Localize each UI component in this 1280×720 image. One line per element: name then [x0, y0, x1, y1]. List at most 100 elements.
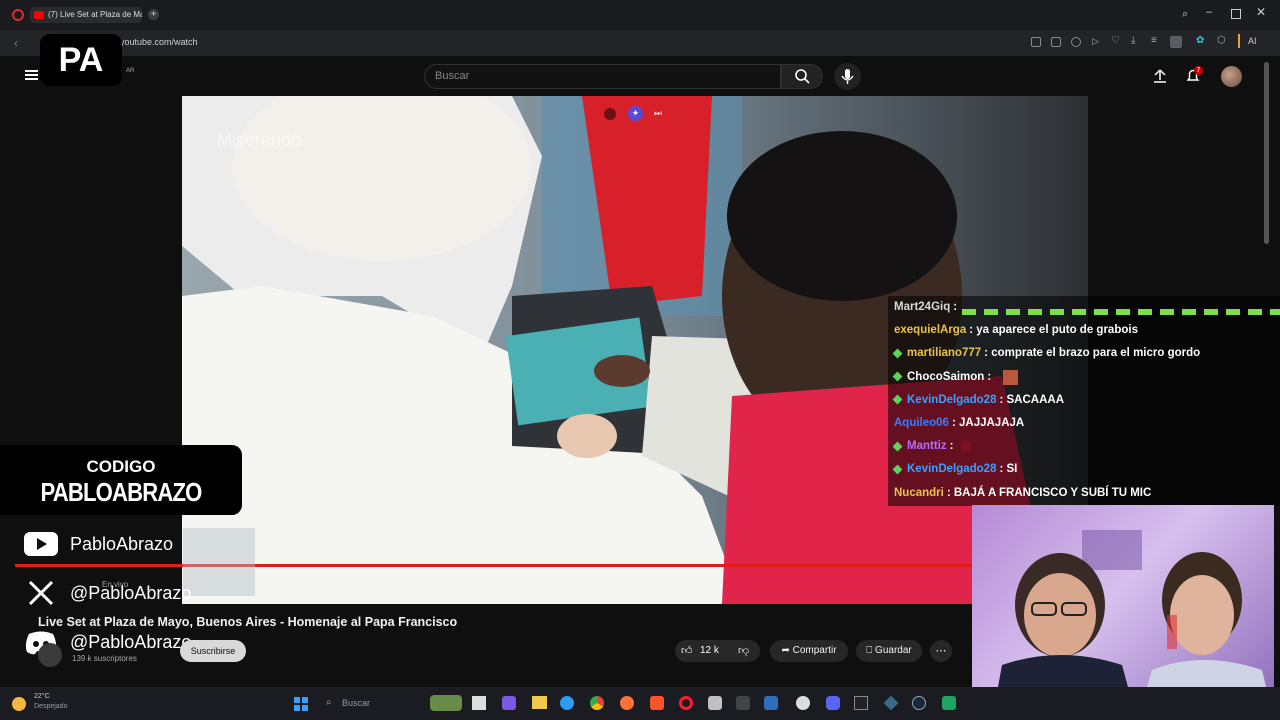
- promo-code-box: CODIGO PABLOABRAZO: [0, 445, 242, 515]
- promo-code-label: CODIGO: [86, 457, 156, 476]
- cube-icon[interactable]: ⬡: [1217, 35, 1226, 46]
- chat-separator: :: [999, 393, 1007, 406]
- search-input[interactable]: Buscar: [424, 64, 781, 89]
- minimize-icon[interactable]: –: [1206, 6, 1212, 18]
- save-button[interactable]: ⎕ Guardar: [856, 640, 922, 662]
- play-icon[interactable]: ▷: [1092, 36, 1099, 47]
- extension-icon[interactable]: ✿: [1196, 35, 1204, 46]
- like-icon[interactable]: 👍︎: [681, 644, 693, 657]
- taskbar-search-icon[interactable]: ⌕: [326, 697, 332, 708]
- menu-list-icon[interactable]: ≡: [1151, 35, 1157, 46]
- hamburger-menu-icon[interactable]: [25, 70, 38, 72]
- app-icon-3[interactable]: [764, 696, 778, 710]
- scrollbar[interactable]: [1264, 62, 1269, 244]
- dislike-icon[interactable]: 👎︎: [738, 644, 749, 657]
- edit-icon[interactable]: [1031, 37, 1041, 47]
- share-label: Compartir: [792, 645, 837, 656]
- chat-text: comprate el brazo para el micro gordo: [991, 347, 1201, 360]
- chat-message: KevinDelgado28: SI: [892, 463, 1017, 476]
- firefox-icon[interactable]: [620, 696, 634, 710]
- brave-icon[interactable]: [650, 696, 664, 710]
- chat-username: martiliano777: [907, 347, 982, 360]
- chat-emote-image: [1003, 370, 1018, 385]
- copilot-icon[interactable]: [502, 696, 516, 710]
- share-button[interactable]: ➦ Compartir: [770, 640, 848, 662]
- url-field[interactable]: youtube.com/watch: [120, 37, 198, 47]
- video-title: Live Set at Plaza de Mayo, Buenos Aires …: [38, 615, 458, 629]
- youtube-logo-icon: [24, 532, 58, 556]
- skip-next-icon[interactable]: ⏭: [654, 108, 662, 119]
- save-label: Guardar: [875, 645, 912, 656]
- chat-username: Aquileo06: [894, 417, 949, 429]
- opera-icon[interactable]: [679, 696, 693, 710]
- subscriber-badge-icon: [892, 394, 903, 405]
- sparkle-icon[interactable]: ✦: [628, 106, 643, 121]
- chat-message: Aquileo06: JAJJAJAJA: [894, 417, 1024, 429]
- upload-icon[interactable]: [1152, 68, 1168, 84]
- camera-icon[interactable]: [1051, 37, 1061, 47]
- divider: [1238, 34, 1240, 48]
- app-icon-1[interactable]: [708, 696, 722, 710]
- like-count[interactable]: 12 k: [700, 640, 719, 662]
- steam-icon[interactable]: [912, 696, 926, 710]
- x-logo-icon: [28, 580, 54, 606]
- chat-message: ChocoSaimon:: [892, 371, 991, 383]
- channel-logo: PA: [40, 34, 122, 86]
- video-progress-bar[interactable]: [15, 564, 973, 567]
- miniplayer-icon[interactable]: [604, 108, 616, 120]
- emote-strip: [962, 309, 1280, 315]
- chrome-icon[interactable]: [590, 696, 604, 710]
- x-handle: @PabloAbrazo: [70, 583, 192, 603]
- chat-message: Mart24Giq:: [894, 301, 957, 313]
- chat-username: KevinDelgado28: [907, 463, 997, 476]
- vatican-media-logo: [183, 528, 255, 596]
- chat-username: exequielArga: [894, 324, 967, 337]
- browser-tab-bar: (7) Live Set at Plaza de Ma + ⌕ – ✕: [0, 0, 1280, 30]
- task-view-icon[interactable]: [472, 696, 486, 710]
- terminal-icon[interactable]: [854, 696, 868, 710]
- edge-icon[interactable]: [560, 696, 574, 710]
- xbox-icon[interactable]: [942, 696, 956, 710]
- chat-message: Manttiz:: [892, 440, 954, 453]
- weather-icon: [12, 697, 26, 711]
- file-explorer-icon[interactable]: [532, 696, 547, 709]
- app-icon-4[interactable]: [883, 695, 899, 711]
- taskbar: 22°C Despejado ⌕ Buscar: [0, 687, 1280, 720]
- windows-start-icon[interactable]: [294, 697, 308, 711]
- app-icon-2[interactable]: [736, 696, 750, 710]
- new-tab-icon[interactable]: +: [148, 9, 159, 20]
- chat-emote-row: [962, 304, 1280, 316]
- chat-separator: :: [949, 440, 954, 453]
- profile-icon[interactable]: [1170, 36, 1182, 48]
- widget-icon[interactable]: [430, 695, 462, 711]
- close-window-icon[interactable]: ✕: [1256, 5, 1266, 19]
- search-button[interactable]: [781, 64, 823, 89]
- back-icon[interactable]: ‹: [14, 36, 18, 50]
- tab-search-icon[interactable]: ⌕: [1182, 8, 1188, 21]
- avatar[interactable]: [1221, 66, 1242, 87]
- heart-icon[interactable]: ♡: [1111, 35, 1120, 46]
- subscriber-count: 139 k suscriptores: [72, 654, 137, 663]
- country-code: AR: [126, 68, 135, 74]
- discord-taskbar-icon[interactable]: [826, 696, 840, 710]
- download-icon[interactable]: ⤓: [1131, 35, 1135, 46]
- voice-search-button[interactable]: [834, 63, 861, 90]
- chat-text: ya aparece el puto de grabois: [976, 324, 1138, 337]
- shield-icon[interactable]: [1071, 37, 1081, 47]
- subscribe-button[interactable]: Suscribirse: [180, 640, 246, 662]
- channel-avatar[interactable]: [38, 643, 62, 667]
- subscriber-badge-icon: [892, 371, 903, 382]
- chat-username: KevinDelgado28: [907, 393, 997, 406]
- subscriber-badge-icon: [892, 464, 903, 475]
- obs-icon[interactable]: [796, 696, 810, 710]
- opera-logo-icon[interactable]: [12, 9, 24, 21]
- more-actions-icon[interactable]: ⋯: [930, 640, 952, 662]
- discord-handle: @PabloAbrazo: [70, 632, 192, 652]
- taskbar-search[interactable]: Buscar: [342, 698, 370, 708]
- browser-tab[interactable]: (7) Live Set at Plaza de Ma: [30, 7, 142, 23]
- maximize-icon[interactable]: [1231, 9, 1241, 19]
- bookmark-icon: ⎕: [866, 645, 876, 656]
- chat-separator: :: [953, 301, 958, 313]
- chat-text: SACAAAA: [1006, 393, 1065, 406]
- ai-button[interactable]: AI: [1248, 36, 1257, 46]
